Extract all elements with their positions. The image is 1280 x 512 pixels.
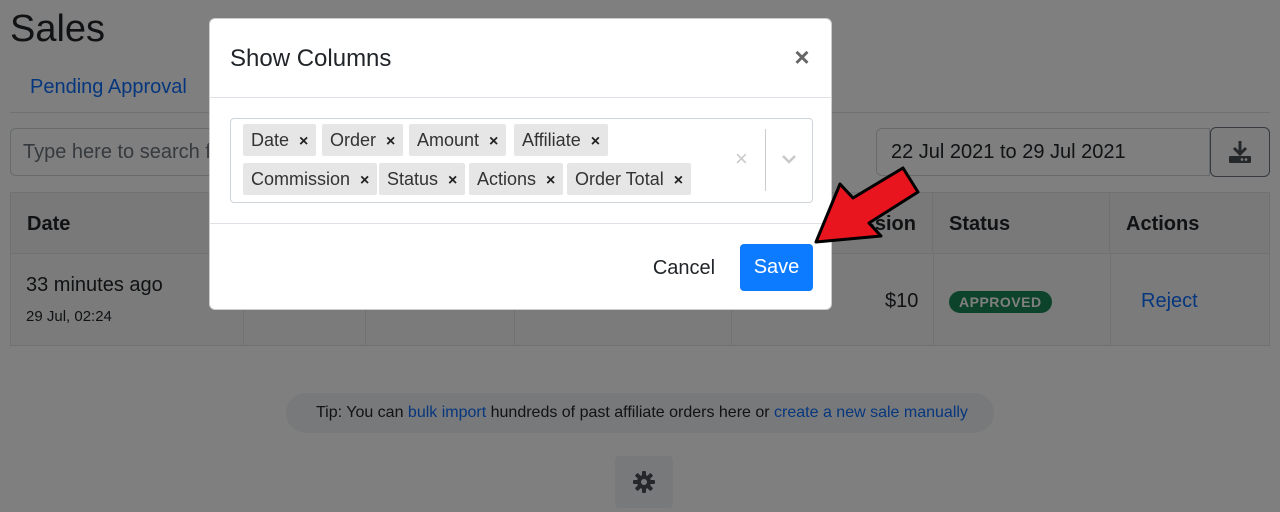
cancel-button[interactable]: Cancel (640, 245, 728, 291)
chip-label: Order Total (575, 169, 664, 189)
chip-order: Order × (322, 124, 404, 156)
chip-actions: Actions × (469, 163, 564, 195)
indicator-separator (765, 129, 766, 191)
chip-remove-icon[interactable]: × (546, 172, 555, 189)
save-button[interactable]: Save (740, 244, 813, 291)
clear-all-icon[interactable]: × (735, 146, 748, 172)
chip-commission: Commission × (243, 163, 378, 195)
show-columns-dialog: Show Columns × Date × Order × Amount × Affi… (209, 18, 832, 310)
modal-footer-divider (210, 223, 831, 224)
chip-label: Affiliate (522, 130, 581, 150)
close-icon[interactable]: × (788, 43, 816, 71)
chip-label: Status (387, 169, 439, 189)
chip-remove-icon[interactable]: × (360, 172, 369, 189)
chip-remove-icon[interactable]: × (489, 133, 498, 150)
chip-remove-icon[interactable]: × (591, 133, 600, 150)
chip-remove-icon[interactable]: × (299, 133, 308, 150)
chip-label: Amount (417, 130, 480, 150)
chip-remove-icon[interactable]: × (674, 172, 683, 189)
modal-header-divider (210, 97, 831, 98)
chip-label: Order (330, 130, 377, 150)
chip-status: Status × (379, 163, 466, 195)
columns-multiselect[interactable]: Date × Order × Amount × Affiliate × Commissi… (230, 118, 813, 203)
chip-remove-icon[interactable]: × (386, 133, 395, 150)
modal-title: Show Columns (230, 45, 392, 72)
chip-label: Commission (251, 169, 351, 189)
chip-remove-icon[interactable]: × (448, 172, 457, 189)
chip-label: Date (251, 130, 290, 150)
chip-amount: Amount × (409, 124, 507, 156)
chevron-down-icon[interactable] (779, 149, 799, 174)
chip-label: Actions (477, 169, 537, 189)
chip-date: Date × (243, 124, 317, 156)
chip-order-total: Order Total × (567, 163, 692, 195)
chip-affiliate: Affiliate × (514, 124, 609, 156)
